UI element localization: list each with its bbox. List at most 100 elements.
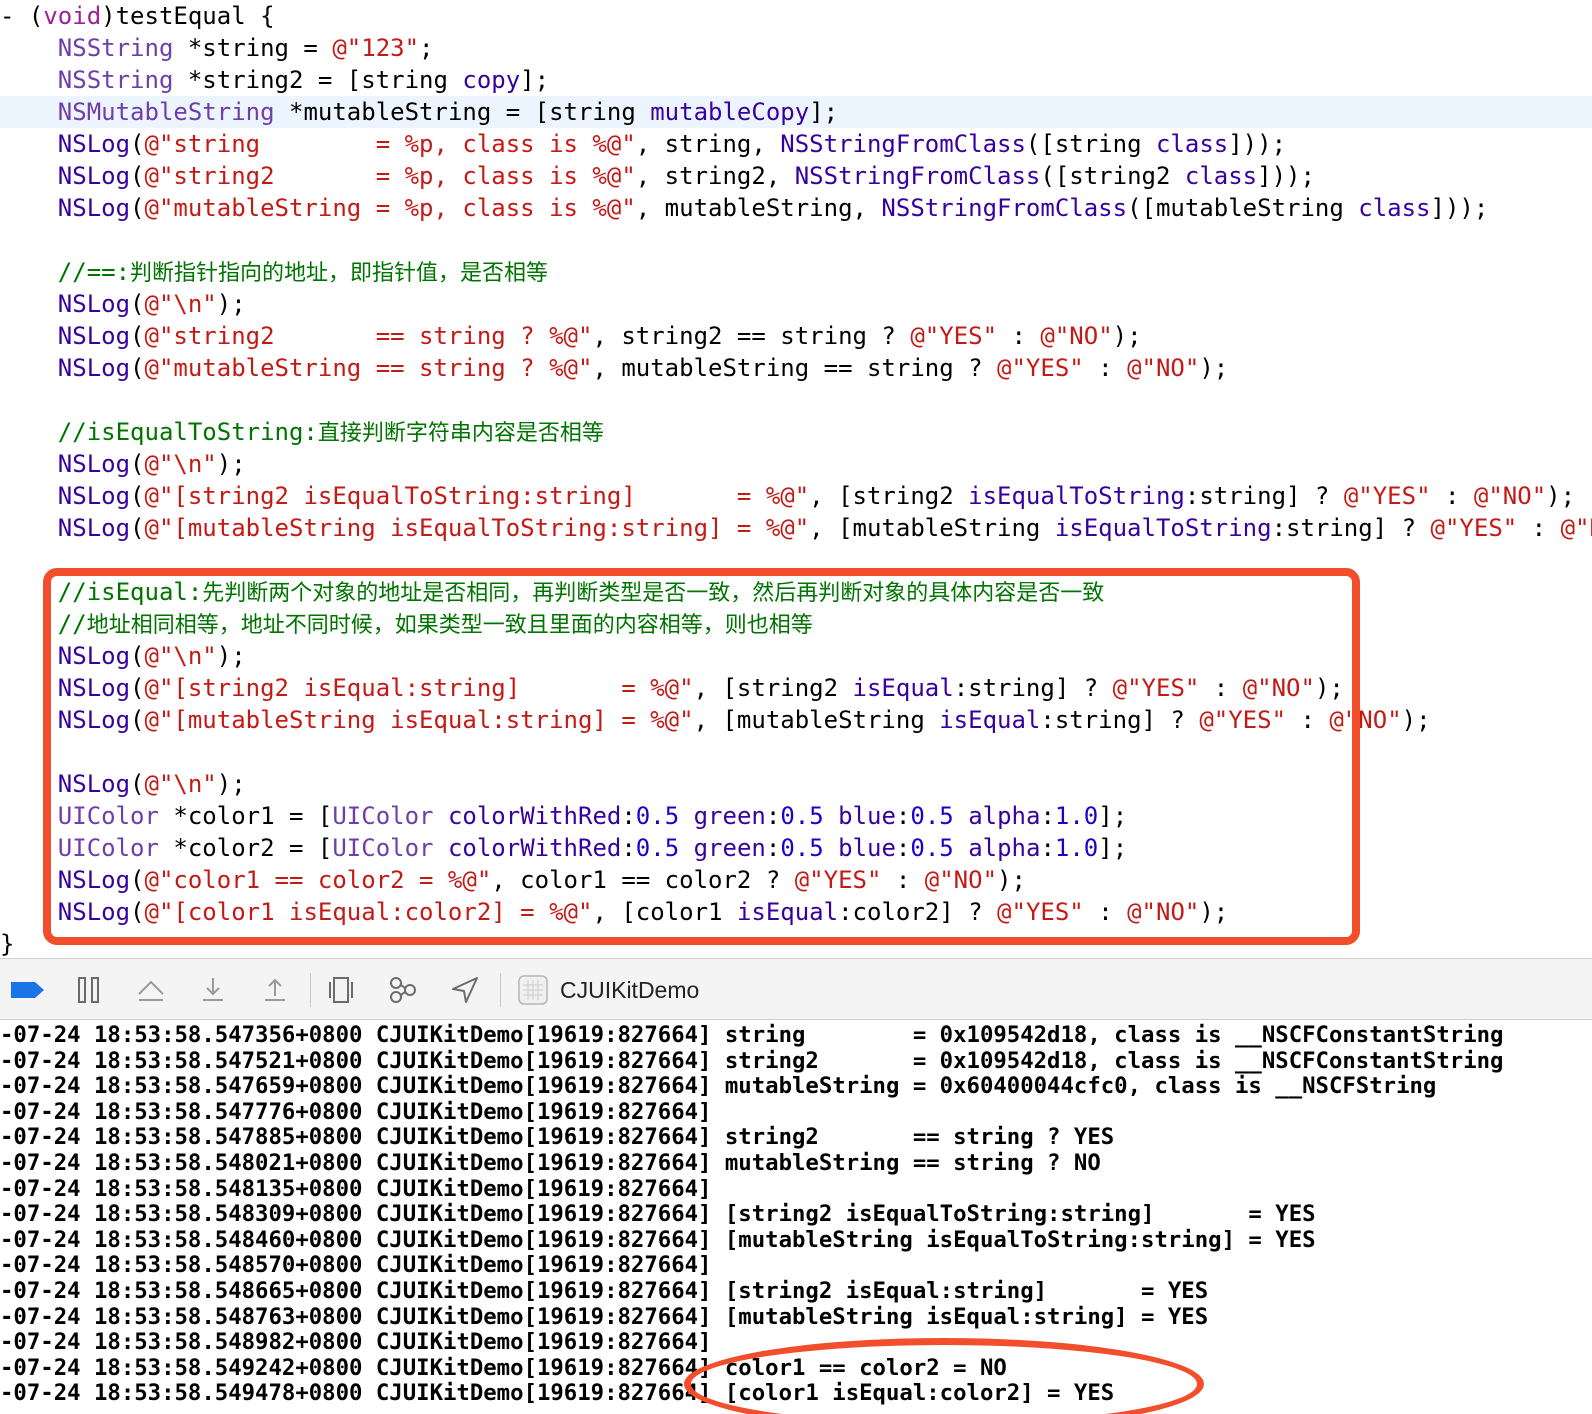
- code-line[interactable]: UIColor *color1 = [UIColor colorWithRed:…: [0, 800, 1592, 832]
- code-token: @"NO": [1040, 322, 1113, 350]
- code-token: UIColor: [332, 802, 434, 830]
- code-line[interactable]: NSLog(@"string2 == string ? %@", string2…: [0, 320, 1592, 352]
- code-token: - (: [0, 2, 44, 30]
- code-token: (: [130, 642, 145, 670]
- code-token: @"YES": [1430, 514, 1518, 542]
- code-line[interactable]: NSLog(@"string = %p, class is %@", strin…: [0, 128, 1592, 160]
- console-line: -07-24 18:53:58.547356+0800 CJUIKitDemo[…: [0, 1022, 1504, 1048]
- code-token: , [mutableString: [809, 514, 1055, 542]
- code-token: );: [1199, 898, 1229, 926]
- code-line[interactable]: NSMutableString *mutableString = [string…: [0, 96, 1592, 128]
- code-token: isEqual: [736, 898, 839, 926]
- code-token: :: [1083, 898, 1128, 926]
- code-line[interactable]: NSLog(@"mutableString = %p, class is %@"…: [0, 192, 1592, 224]
- code-token: (: [130, 482, 145, 510]
- code-token: ]));: [1430, 194, 1489, 222]
- console-line: -07-24 18:53:58.549478+0800 CJUIKitDemo[…: [0, 1380, 1115, 1407]
- code-token: ([mutableString: [1127, 194, 1359, 222]
- code-line[interactable]: //地址相同相等，地址不同时候，如果类型一致且里面的内容相等，则也相等: [0, 608, 1592, 640]
- code-line[interactable]: [0, 544, 1592, 576]
- code-token: );: [1199, 354, 1229, 382]
- code-token: );: [1112, 322, 1142, 350]
- breakpoint-icon[interactable]: [10, 973, 46, 1007]
- code-token: );: [1314, 674, 1344, 702]
- code-line[interactable]: NSLog(@"[string2 isEqualToString:string]…: [0, 480, 1592, 512]
- code-token: );: [216, 290, 246, 318]
- code-token: :: [621, 834, 636, 862]
- memory-graph-icon[interactable]: [386, 973, 420, 1007]
- code-token: 0.5: [635, 802, 680, 830]
- console-line: -07-24 18:53:58.547885+0800 CJUIKitDemo[…: [0, 1124, 1115, 1151]
- code-line[interactable]: NSLog(@"\n");: [0, 288, 1592, 320]
- code-line[interactable]: [0, 384, 1592, 416]
- code-editor[interactable]: - (void)testEqual { NSString *string = @…: [0, 0, 1592, 958]
- console-line: -07-24 18:53:58.548665+0800 CJUIKitDemo[…: [0, 1278, 1209, 1304]
- code-line[interactable]: //isEqualToString:直接判断字符串内容是否相等: [0, 416, 1592, 448]
- code-token: NSStringFromClass: [881, 194, 1128, 222]
- code-token: (: [130, 674, 145, 702]
- pause-icon[interactable]: [72, 973, 106, 1007]
- code-line[interactable]: [0, 736, 1592, 768]
- code-line[interactable]: NSLog(@"\n");: [0, 448, 1592, 480]
- code-line[interactable]: NSLog(@"[mutableString isEqual:string] =…: [0, 704, 1592, 736]
- code-token: :: [997, 322, 1041, 350]
- code-line[interactable]: NSLog(@"[mutableString isEqualToString:s…: [0, 512, 1592, 544]
- code-line[interactable]: UIColor *color2 = [UIColor colorWithRed:…: [0, 832, 1592, 864]
- debug-console[interactable]: -07-24 18:53:58.547356+0800 CJUIKitDemo[…: [0, 1020, 1592, 1414]
- code-token: @"[string2 isEqualToString:string] = %@": [144, 482, 810, 510]
- code-token: , mutableString == string ?: [592, 354, 998, 382]
- code-token: @"\n": [144, 450, 217, 478]
- xcode-window: - (void)testEqual { NSString *string = @…: [0, 0, 1592, 1414]
- code-token: ;: [419, 34, 434, 62]
- code-token: colorWithRed: [447, 834, 622, 862]
- code-line[interactable]: NSLog(@"mutableString == string ? %@", m…: [0, 352, 1592, 384]
- code-token: @"NO": [1560, 514, 1592, 542]
- code-line[interactable]: NSLog(@"[color1 isEqual:color2] = %@", […: [0, 896, 1592, 928]
- code-line[interactable]: //isEqual:先判断两个对象的地址是否相同，再判断类型是否一致，然后再判断…: [0, 576, 1592, 608]
- code-line[interactable]: }: [0, 928, 1592, 958]
- code-token: 0.5: [635, 834, 680, 862]
- code-token: (: [130, 194, 145, 222]
- console-line: -07-24 18:53:58.548135+0800 CJUIKitDemo[…: [0, 1175, 712, 1202]
- debug-toolbar: CJUIKitDemo: [0, 958, 1592, 1020]
- code-token: 先判断两个对象的地址是否相同，再判断类型是否一致，然后再判断对象的具体内容是否一…: [202, 581, 1105, 606]
- code-token: :: [1040, 802, 1055, 830]
- app-name-label: CJUIKitDemo: [560, 977, 700, 1003]
- step-into-icon[interactable]: [196, 973, 230, 1007]
- code-token: alpha: [968, 802, 1041, 830]
- code-token: :: [621, 802, 636, 830]
- console-line: -07-24 18:53:58.548460+0800 CJUIKitDemo[…: [0, 1226, 1316, 1253]
- code-line[interactable]: NSLog(@"[string2 isEqual:string] = %@", …: [0, 672, 1592, 704]
- step-out-icon[interactable]: [258, 973, 292, 1007]
- code-token: (: [130, 290, 145, 318]
- code-line[interactable]: NSLog(@"color1 == color2 = %@", color1 =…: [0, 864, 1592, 896]
- code-line[interactable]: - (void)testEqual {: [0, 0, 1592, 32]
- step-over-icon[interactable]: [134, 973, 168, 1007]
- view-hierarchy-icon[interactable]: [324, 973, 358, 1007]
- code-line[interactable]: NSString *string = @"123";: [0, 32, 1592, 64]
- code-line[interactable]: NSLog(@"string2 = %p, class is %@", stri…: [0, 160, 1592, 192]
- code-token: isEqual: [852, 674, 954, 702]
- code-line[interactable]: NSLog(@"\n");: [0, 640, 1592, 672]
- code-token: @"NO": [1329, 706, 1402, 734]
- code-line[interactable]: NSLog(@"\n");: [0, 768, 1592, 800]
- code-token: mutableCopy: [650, 98, 810, 126]
- code-line[interactable]: //==:判断指针指向的地址，即指针值，是否相等: [0, 256, 1592, 288]
- location-icon[interactable]: [448, 973, 482, 1007]
- code-line[interactable]: NSString *string2 = [string copy];: [0, 64, 1592, 96]
- code-token: blue: [838, 802, 896, 830]
- code-token: NSLog: [57, 482, 131, 510]
- code-token: (: [130, 514, 145, 542]
- code-token: green: [693, 834, 766, 862]
- code-token: @"NO": [1242, 674, 1315, 702]
- code-token: , [mutableString: [693, 706, 940, 734]
- code-line[interactable]: [0, 224, 1592, 256]
